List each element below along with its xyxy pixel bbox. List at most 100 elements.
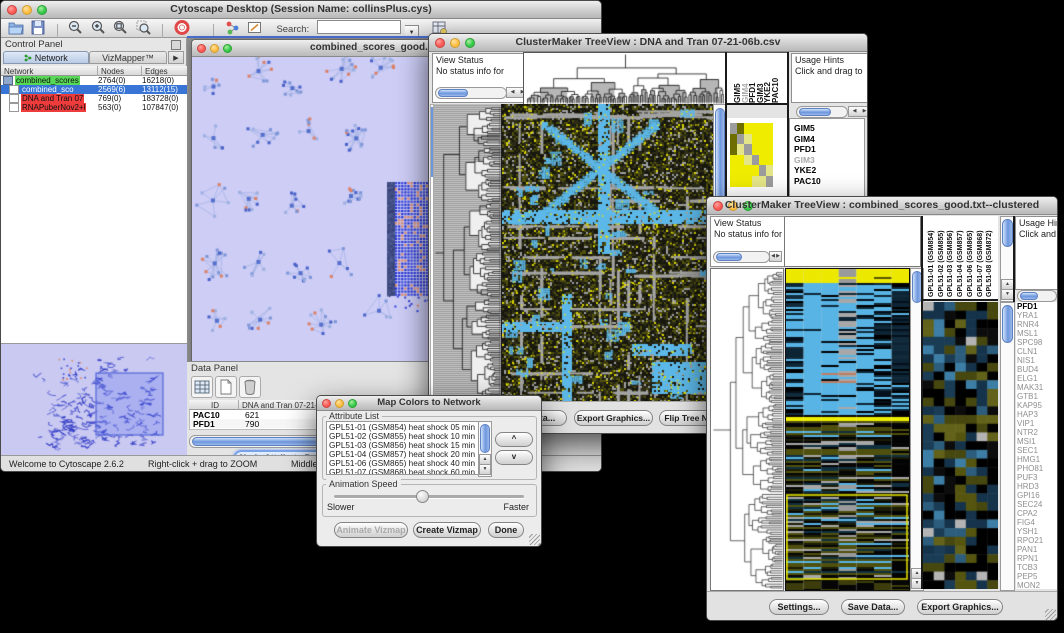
summary-cell[interactable]: [744, 144, 751, 155]
zoom-selected-icon[interactable]: [135, 19, 153, 36]
scrollbar-thumb[interactable]: [1002, 219, 1013, 247]
attribute-item[interactable]: GPL51-02 (GSM855) heat shock 10 min: [329, 432, 489, 441]
gene-label[interactable]: KAP95: [1017, 401, 1058, 410]
network-table-row[interactable]: combined_scores2764(0)16218(0): [1, 76, 187, 85]
scrollbar-thumb[interactable]: [438, 89, 468, 97]
col-header-edges[interactable]: Edges: [142, 66, 187, 76]
summary-cell[interactable]: [759, 155, 766, 166]
scrollbar-thumb[interactable]: [799, 108, 831, 116]
summary-cell[interactable]: [730, 155, 737, 166]
attribute-item[interactable]: GPL51-07 (GSM868) heat shock 60 min: [329, 468, 489, 475]
gene-label[interactable]: RPO21: [1017, 536, 1058, 545]
scroll-right-icon[interactable]: ▶: [859, 106, 868, 117]
gene-label[interactable]: SEC1: [1017, 446, 1058, 455]
gene-label[interactable]: YRA1: [1017, 311, 1058, 320]
gene-label[interactable]: GPI16: [1017, 491, 1058, 500]
gene-label[interactable]: SPC98: [1017, 338, 1058, 347]
scrollbar-thumb[interactable]: [1020, 292, 1038, 300]
gene-label[interactable]: GIM3: [794, 155, 862, 166]
zoom-out-icon[interactable]: [67, 19, 85, 36]
summary-cell[interactable]: [744, 134, 751, 145]
summary-cell[interactable]: [737, 155, 744, 166]
create-vizmap-button[interactable]: Create Vizmap: [413, 522, 481, 538]
gene-label[interactable]: HRD3: [1017, 482, 1058, 491]
network-table-row[interactable]: RNAPuberNov2+l563(0)107847(0): [1, 103, 187, 112]
summary-cell[interactable]: [752, 165, 759, 176]
gene-label[interactable]: PFD1: [1017, 302, 1058, 311]
view-status-hscrollbar[interactable]: [713, 251, 770, 263]
genes-hscrollbar[interactable]: [1017, 290, 1057, 302]
heatmap-canvas[interactable]: [785, 268, 910, 591]
done-button[interactable]: Done: [488, 522, 524, 538]
view-status-hscrollbar[interactable]: [435, 87, 507, 99]
gene-label[interactable]: YSH1: [1017, 527, 1058, 536]
summary-cell[interactable]: [752, 134, 759, 145]
summary-cell[interactable]: [766, 123, 773, 134]
gene-label[interactable]: PAC10: [794, 176, 862, 187]
summary-heatmap[interactable]: [730, 123, 773, 187]
summary-cell[interactable]: [730, 176, 737, 187]
gene-label[interactable]: GIM5: [794, 123, 862, 134]
gene-label[interactable]: MSI1: [1017, 437, 1058, 446]
help-lifesaver-icon[interactable]: [173, 19, 191, 36]
gene-label[interactable]: PFD1: [794, 144, 862, 155]
row-dendrogram[interactable]: [434, 104, 501, 401]
scrollbar-thumb[interactable]: [716, 253, 742, 261]
summary-cell[interactable]: [766, 165, 773, 176]
gene-label[interactable]: CPA2: [1017, 509, 1058, 518]
treeview1-titlebar[interactable]: ClusterMaker TreeView : DNA and Tran 07-…: [429, 34, 867, 52]
gene-label[interactable]: FIG4: [1017, 518, 1058, 527]
move-up-button[interactable]: ^: [495, 432, 533, 447]
summary-cell[interactable]: [737, 176, 744, 187]
search-input[interactable]: [317, 20, 401, 34]
scrollbar-thumb[interactable]: [1002, 305, 1013, 343]
summary-cell[interactable]: [752, 155, 759, 166]
gene-label[interactable]: PEP5: [1017, 572, 1058, 581]
gene-label[interactable]: MON2: [1017, 581, 1058, 589]
gene-label[interactable]: TCB3: [1017, 563, 1058, 572]
summary-cell[interactable]: [737, 134, 744, 145]
zoom-fit-icon[interactable]: [112, 19, 130, 36]
attribute-item[interactable]: GPL51-03 (GSM856) heat shock 15 min: [329, 441, 489, 450]
cytoscape-titlebar[interactable]: Cytoscape Desktop (Session Name: collins…: [1, 1, 601, 19]
gene-label[interactable]: PUF3: [1017, 473, 1058, 482]
treeview2-titlebar[interactable]: ClusterMaker TreeView : combined_scores_…: [707, 197, 1057, 215]
summary-cell[interactable]: [766, 176, 773, 187]
gene-label[interactable]: GTB1: [1017, 392, 1058, 401]
zoom-heatmap-canvas[interactable]: [923, 302, 998, 589]
table-grid-icon[interactable]: [191, 376, 213, 398]
annotation-icon[interactable]: [246, 19, 264, 36]
column-dendrogram-panel[interactable]: [784, 216, 921, 267]
zoom-in-icon[interactable]: [90, 19, 108, 36]
gene-label[interactable]: RNR4: [1017, 320, 1058, 329]
save-data-button[interactable]: Save Data...: [841, 599, 905, 615]
gene-label[interactable]: PHO81: [1017, 464, 1058, 473]
open-file-icon[interactable]: [7, 19, 25, 36]
summary-cell[interactable]: [752, 123, 759, 134]
column-dendrogram[interactable]: [523, 52, 727, 106]
gene-label[interactable]: MAK31: [1017, 383, 1058, 392]
birdseye-canvas[interactable]: [1, 345, 187, 456]
row-dendrogram[interactable]: [710, 268, 784, 591]
tab-overflow-icon[interactable]: ▶: [168, 51, 184, 64]
scrollbar-thumb[interactable]: [480, 424, 490, 453]
gene-label[interactable]: HMG1: [1017, 455, 1058, 464]
scroll-right-icon[interactable]: ▶: [775, 251, 782, 262]
animate-vizmap-button[interactable]: Animate Vizmap: [334, 522, 408, 538]
float-panel-icon[interactable]: [171, 40, 181, 50]
resize-grip[interactable]: [529, 534, 540, 545]
dialog-titlebar[interactable]: Map Colors to Network: [317, 396, 541, 411]
summary-cell[interactable]: [759, 134, 766, 145]
new-page-icon[interactable]: [215, 376, 237, 398]
summary-cell[interactable]: [759, 123, 766, 134]
summary-cell[interactable]: [744, 123, 751, 134]
summary-cell[interactable]: [752, 176, 759, 187]
speed-slider-track[interactable]: [334, 495, 524, 498]
col-header-network[interactable]: Network: [1, 66, 98, 76]
col-header-id[interactable]: ID: [189, 400, 239, 410]
summary-cell[interactable]: [730, 165, 737, 176]
attribute-item[interactable]: GPL51-01 (GSM854) heat shock 05 min: [329, 423, 489, 432]
zoom-vscrollbar[interactable]: [1000, 302, 1015, 591]
network-table-row[interactable]: DNA and Tran 07769(0)183728(0): [1, 94, 187, 103]
gene-label[interactable]: VIP1: [1017, 419, 1058, 428]
